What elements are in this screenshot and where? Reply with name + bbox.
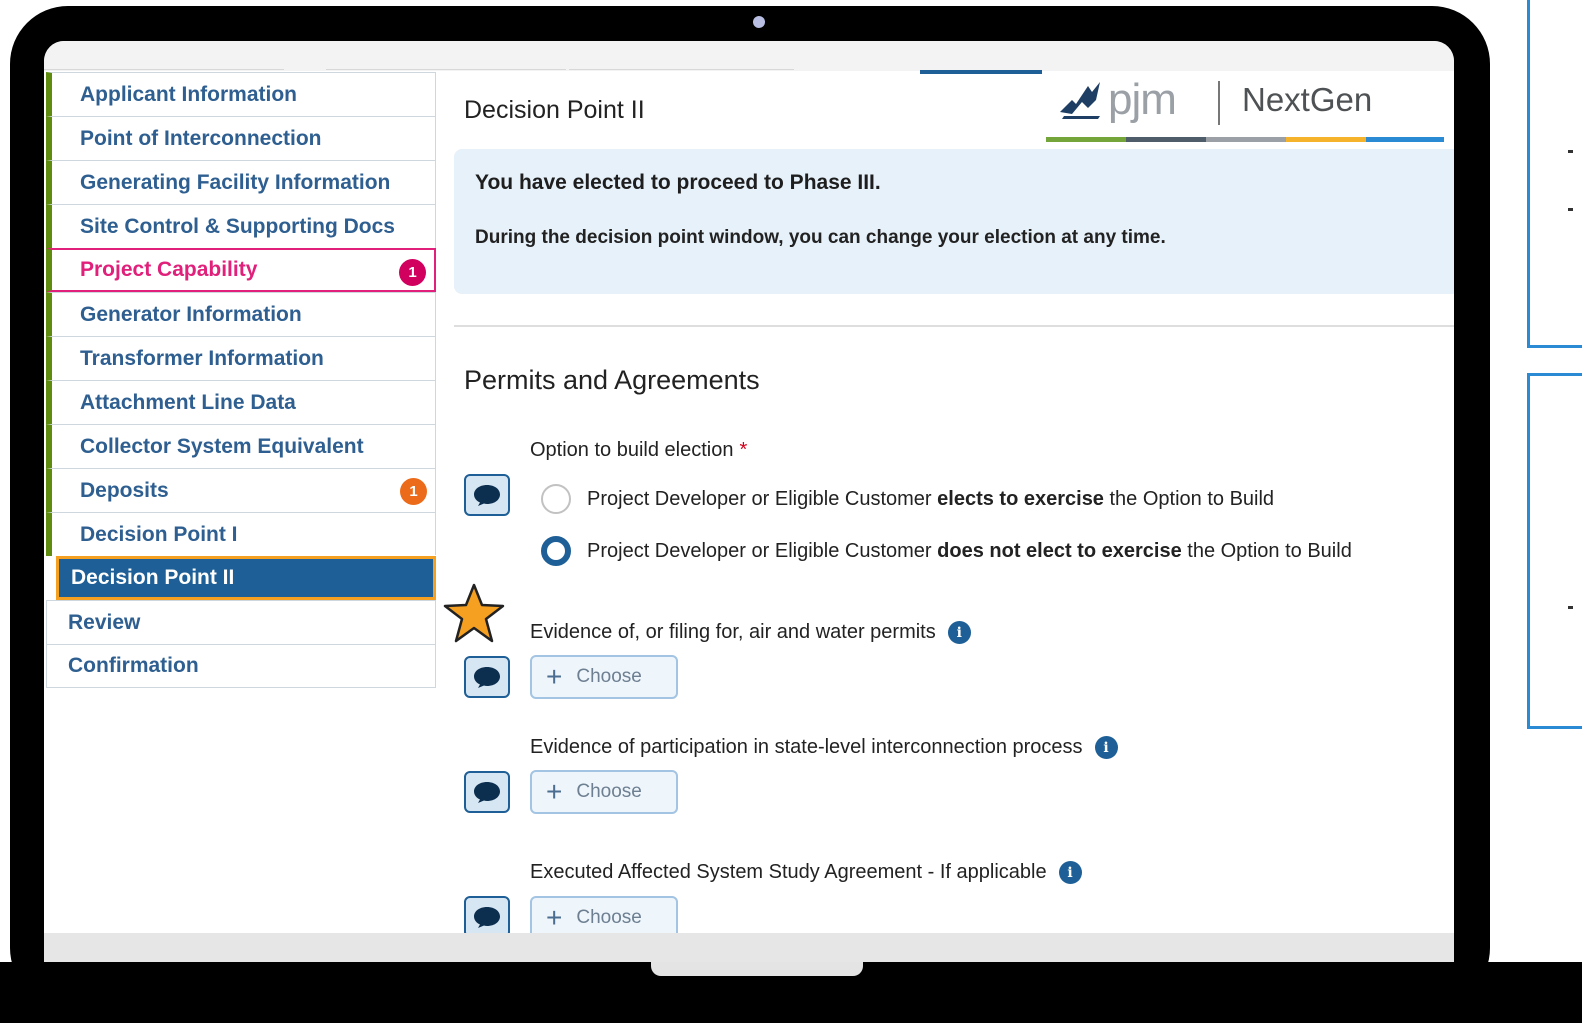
sidebar-item-label: Point of Interconnection [80, 126, 322, 150]
banner-text: During the decision point window, you ca… [475, 227, 1166, 248]
sidebar-item-confirmation[interactable]: Confirmation [46, 644, 436, 688]
banner-heading: You have elected to proceed to Phase III… [475, 171, 881, 194]
sidebar-item-decision-point-2[interactable]: Decision Point II [56, 556, 436, 600]
sidebar-item-project-capability[interactable]: Project Capability 1 [46, 248, 436, 292]
sidebar-item-transformer-information[interactable]: Transformer Information [46, 336, 436, 380]
state-process-label: Evidence of participation in state-level… [530, 736, 1118, 759]
sidebar-item-generator-information[interactable]: Generator Information [46, 292, 436, 336]
plus-icon: + [546, 902, 563, 933]
comment-icon [474, 782, 500, 803]
comment-button[interactable] [464, 656, 510, 698]
option-does-not-elect-radio[interactable]: Project Developer or Eligible Customer d… [541, 536, 1352, 566]
pjm-logo-icon [1060, 82, 1100, 119]
sidebar-item-attachment-line-data[interactable]: Attachment Line Data [46, 380, 436, 424]
nextgen-logo-text: NextGen [1242, 81, 1373, 118]
info-icon[interactable]: i [1094, 736, 1118, 759]
page-title: Decision Point II [464, 96, 645, 124]
star-icon [443, 583, 505, 643]
sidebar-item-site-control[interactable]: Site Control & Supporting Docs [46, 204, 436, 248]
comment-button[interactable] [464, 474, 510, 516]
divider [454, 325, 1454, 327]
sidebar-item-label: Applicant Information [80, 82, 297, 106]
comment-icon [474, 667, 500, 688]
top-tab-strip [44, 41, 1454, 74]
sidebar-item-label: Decision Point I [80, 522, 238, 546]
sidebar-item-applicant-information[interactable]: Applicant Information [46, 72, 436, 116]
error-count-badge: 1 [399, 259, 426, 286]
choose-file-button[interactable]: + Choose [530, 770, 678, 814]
sidebar-item-label: Attachment Line Data [80, 390, 296, 414]
sidebar-item-label: Review [68, 610, 141, 634]
radio-button[interactable] [541, 484, 571, 514]
sidebar-item-label: Generator Information [80, 302, 302, 326]
required-marker: * [739, 439, 748, 461]
sidebar-item-label: Site Control & Supporting Docs [80, 214, 395, 238]
sidebar-item-review[interactable]: Review [46, 600, 436, 644]
plus-icon: + [546, 661, 563, 692]
info-icon[interactable]: i [1058, 861, 1082, 884]
pjm-logo-text: pjm [1108, 75, 1177, 124]
affected-system-label: Executed Affected System Study Agreement… [530, 861, 1082, 884]
comment-icon [474, 907, 500, 928]
option-elects-radio[interactable]: Project Developer or Eligible Customer e… [541, 484, 1274, 514]
sidebar-item-label: Transformer Information [80, 346, 324, 370]
sidebar-item-label: Collector System Equivalent [80, 434, 364, 458]
election-banner: You have elected to proceed to Phase III… [454, 149, 1454, 294]
section-sidebar: Applicant Information Point of Interconn… [46, 72, 436, 688]
sidebar-item-deposits[interactable]: Deposits 1 [46, 468, 436, 512]
sidebar-item-label: Decision Point II [71, 566, 235, 589]
sidebar-item-label: Generating Facility Information [80, 170, 391, 194]
option-to-build-label: Option to build election * [530, 439, 748, 461]
air-water-permits-label: Evidence of, or filing for, air and wate… [530, 621, 971, 644]
screen-bottom-strip [44, 933, 1454, 962]
plus-icon: + [546, 776, 563, 807]
info-icon[interactable]: i [947, 621, 971, 644]
radio-button-selected[interactable] [541, 536, 571, 566]
comment-button[interactable] [464, 771, 510, 813]
warning-count-badge: 1 [400, 478, 427, 505]
laptop-notch [651, 962, 863, 976]
section-title: Permits and Agreements [464, 365, 760, 395]
sidebar-item-label: Confirmation [68, 654, 199, 677]
choose-file-button[interactable]: + Choose [530, 655, 678, 699]
sidebar-item-decision-point-1[interactable]: Decision Point I [46, 512, 436, 556]
sidebar-item-collector-system-equivalent[interactable]: Collector System Equivalent [46, 424, 436, 468]
sidebar-item-label: Project Capability [80, 258, 258, 281]
comment-button[interactable] [464, 896, 510, 938]
app-screen: Applicant Information Point of Interconn… [44, 41, 1454, 962]
sidebar-item-point-of-interconnection[interactable]: Point of Interconnection [46, 116, 436, 160]
sidebar-item-generating-facility-information[interactable]: Generating Facility Information [46, 160, 436, 204]
sidebar-item-label: Deposits [80, 478, 169, 502]
camera-dot [753, 16, 765, 28]
comment-icon [474, 485, 500, 506]
side-card-bottom [1527, 373, 1582, 729]
side-card-top [1527, 0, 1582, 348]
